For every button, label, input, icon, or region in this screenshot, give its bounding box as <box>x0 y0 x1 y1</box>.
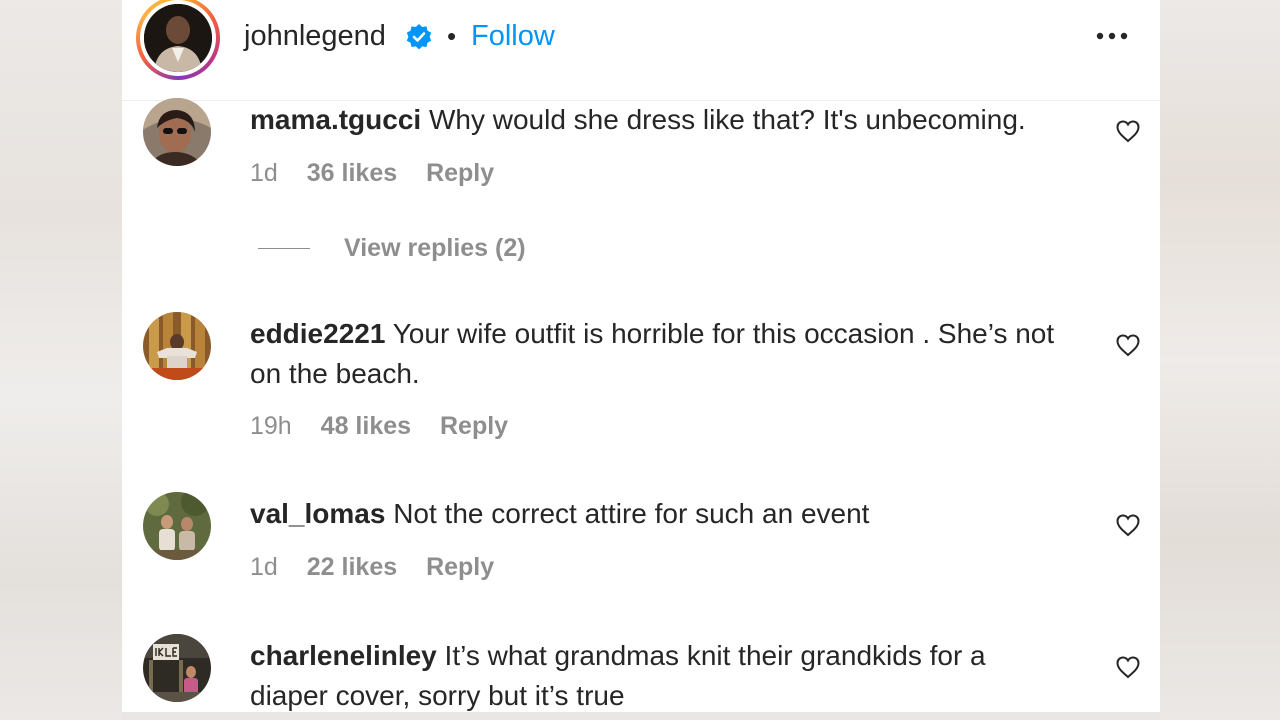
more-options-icon[interactable] <box>1092 22 1132 50</box>
follow-button[interactable]: Follow <box>471 16 555 56</box>
like-heart-icon[interactable] <box>1114 511 1142 539</box>
reply-button[interactable]: Reply <box>440 412 508 440</box>
like-heart-icon[interactable] <box>1114 117 1142 145</box>
post-author-username[interactable]: johnlegend <box>244 16 386 56</box>
view-replies-line <box>258 248 310 249</box>
commenter-avatar[interactable] <box>143 312 211 380</box>
background-blur-left <box>0 0 122 720</box>
comments-panel: johnlegend • Follow mama.tgucci Why woul… <box>122 0 1160 712</box>
comment-body: Not the correct attire for such an event <box>393 498 870 529</box>
commenter-avatar[interactable] <box>143 492 211 560</box>
comment-meta: 1d 36 likes Reply <box>250 156 516 190</box>
comment-likes[interactable]: 48 likes <box>321 412 411 440</box>
like-heart-icon[interactable] <box>1114 653 1142 681</box>
commenter-username[interactable]: val_lomas <box>250 498 385 529</box>
reply-button[interactable]: Reply <box>426 159 494 187</box>
commenter-username[interactable]: eddie2221 <box>250 318 385 349</box>
comment-time: 19h <box>250 412 292 440</box>
comment-meta: 19h 48 likes Reply <box>250 409 530 443</box>
post-header: johnlegend • Follow <box>122 0 1160 101</box>
commenter-avatar[interactable] <box>143 634 211 702</box>
background-blur-right <box>1160 0 1280 720</box>
comment-text: eddie2221 Your wife outfit is horrible f… <box>250 314 1070 394</box>
comment-meta: 1d 22 likes Reply <box>250 550 516 584</box>
post-author-avatar[interactable] <box>136 0 220 80</box>
comment-body: Why would she dress like that? It's unbe… <box>428 104 1026 135</box>
commenter-avatar[interactable] <box>143 98 211 166</box>
commenter-username[interactable]: mama.tgucci <box>250 104 421 135</box>
reply-button[interactable]: Reply <box>426 553 494 581</box>
verified-badge-icon <box>406 24 432 50</box>
comment-time: 1d <box>250 553 278 581</box>
like-heart-icon[interactable] <box>1114 331 1142 359</box>
comment-likes[interactable]: 22 likes <box>307 553 397 581</box>
comment-text: val_lomas Not the correct attire for suc… <box>250 494 1070 534</box>
comment-time: 1d <box>250 159 278 187</box>
comment-text: mama.tgucci Why would she dress like tha… <box>250 100 1070 140</box>
comment-likes[interactable]: 36 likes <box>307 159 397 187</box>
commenter-username[interactable]: charlenelinley <box>250 640 437 671</box>
view-replies-label: View replies (2) <box>344 234 526 262</box>
comment-text: charlenelinley It’s what grandmas knit t… <box>250 636 1070 716</box>
header-separator: • <box>447 21 457 51</box>
